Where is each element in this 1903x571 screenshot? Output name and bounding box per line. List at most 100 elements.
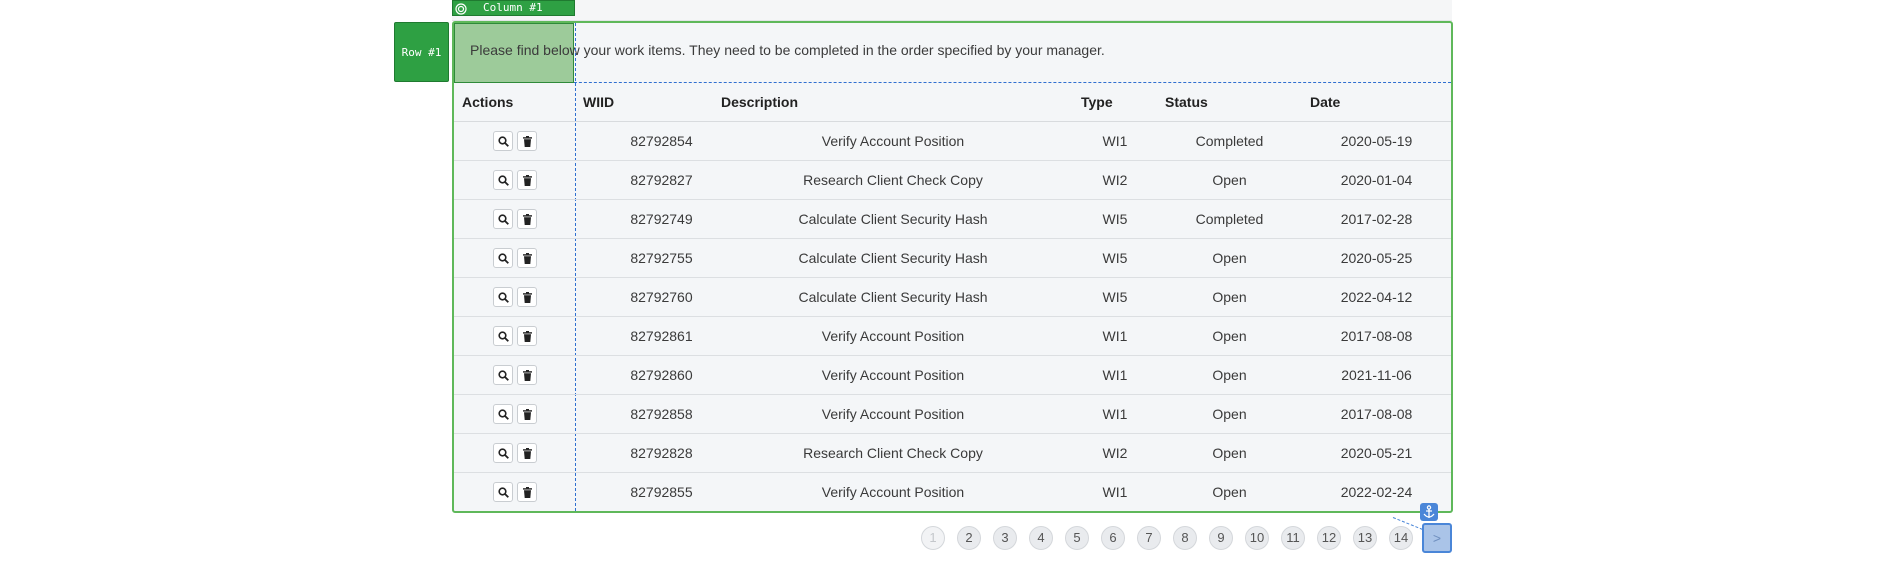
cell-type: WI1 [1073,355,1157,395]
row-actions [454,199,575,239]
row-actions [454,355,575,395]
work-items-panel: Please find below your work items. They … [452,21,1453,513]
delete-button[interactable] [516,208,537,229]
intro-row: Please find below your work items. They … [454,23,1451,83]
page-button-8[interactable]: 8 [1173,526,1197,550]
cell-wiid: 82792858 [575,394,713,434]
page-button-13[interactable]: 13 [1353,526,1377,550]
delete-button[interactable] [516,169,537,190]
delete-button[interactable] [516,325,537,346]
table-row: 82792827 Research Client Check Copy WI2 Ope… [454,160,1451,200]
row-actions [454,394,575,434]
search-button[interactable] [492,247,513,268]
page-button-5[interactable]: 5 [1065,526,1089,550]
table-row: 82792860 Verify Account Position WI1 Open 20… [454,355,1451,395]
row-actions [454,472,575,511]
intro-text: Please find below your work items. They … [470,42,1105,58]
row-label-text: Row #1 [401,45,442,59]
row-actions [454,433,575,473]
search-button[interactable] [492,442,513,463]
header-status: Status [1157,83,1302,122]
cell-description: Verify Account Position [713,394,1073,434]
header-description: Description [713,83,1073,122]
row-actions [454,160,575,200]
table-row: 82792858 Verify Account Position WI1 Open 20… [454,394,1451,434]
page-button-10[interactable]: 10 [1245,526,1269,550]
cell-description: Research Client Check Copy [713,433,1073,473]
cell-status: Open [1157,238,1302,278]
cell-wiid: 82792827 [575,160,713,200]
top-strip [452,0,1452,21]
search-button[interactable] [492,169,513,190]
table-row: 82792755 Calculate Client Security Hash WI… [454,238,1451,278]
page-button-4[interactable]: 4 [1029,526,1053,550]
cell-date: 2017-08-08 [1302,394,1451,434]
header-type: Type [1073,83,1157,122]
row-actions [454,316,575,356]
row-actions [454,238,575,278]
table-row: 82792861 Verify Account Position WI1 Open 20… [454,316,1451,356]
cell-description: Verify Account Position [713,316,1073,356]
cell-type: WI1 [1073,394,1157,434]
cell-date: 2020-05-21 [1302,433,1451,473]
target-icon [455,3,467,15]
search-button[interactable] [492,481,513,502]
cell-description: Calculate Client Security Hash [713,199,1073,239]
cell-status: Completed [1157,199,1302,239]
page-button-2[interactable]: 2 [957,526,981,550]
search-button[interactable] [492,130,513,151]
delete-button[interactable] [516,403,537,424]
cell-description: Verify Account Position [713,121,1073,161]
table-header-row: Actions WIID Description Type Status Dat… [454,83,1451,122]
cell-description: Calculate Client Security Hash [713,238,1073,278]
table-row: 82792760 Calculate Client Security Hash WI… [454,277,1451,317]
cell-date: 2020-05-19 [1302,121,1451,161]
cell-date: 2022-04-12 [1302,277,1451,317]
next-page-button[interactable]: > [1422,523,1452,553]
delete-button[interactable] [516,130,537,151]
work-items-table: Actions WIID Description Type Status Dat… [454,83,1451,511]
search-button[interactable] [492,286,513,307]
cell-description: Calculate Client Security Hash [713,277,1073,317]
cell-status: Open [1157,394,1302,434]
page-button-14[interactable]: 14 [1389,526,1413,550]
search-button[interactable] [492,364,513,385]
delete-button[interactable] [516,247,537,268]
table-row: 82792828 Research Client Check Copy WI2 Ope… [454,433,1451,473]
page-button-12[interactable]: 12 [1317,526,1341,550]
cell-status: Open [1157,316,1302,356]
delete-button[interactable] [516,364,537,385]
cell-description: Verify Account Position [713,355,1073,395]
header-actions: Actions [454,83,575,122]
cell-type: WI5 [1073,238,1157,278]
cell-date: 2020-01-04 [1302,160,1451,200]
cell-type: WI5 [1073,277,1157,317]
search-button[interactable] [492,325,513,346]
cell-date: 2020-05-25 [1302,238,1451,278]
table-row: 82792855 Verify Account Position WI1 Open 20… [454,472,1451,511]
cell-wiid: 82792860 [575,355,713,395]
cell-wiid: 82792760 [575,277,713,317]
table-row: 82792749 Calculate Client Security Hash WI… [454,199,1451,239]
delete-button[interactable] [516,286,537,307]
delete-button[interactable] [516,481,537,502]
cell-type: WI5 [1073,199,1157,239]
page-button-9[interactable]: 9 [1209,526,1233,550]
page-button-11[interactable]: 11 [1281,526,1305,550]
row-label-tag: Row #1 [394,22,449,82]
cell-date: 2017-02-28 [1302,199,1451,239]
header-wiid: WIID [575,83,713,122]
cell-status: Open [1157,277,1302,317]
cell-status: Open [1212,483,1247,500]
cell-type: WI1 [1073,316,1157,356]
page-button-1[interactable]: 1 [921,526,945,550]
cell-wiid: 82792755 [575,238,713,278]
page: Column #1 Row #1 Please find below your … [0,0,1903,571]
search-button[interactable] [492,403,513,424]
page-button-6[interactable]: 6 [1101,526,1125,550]
page-button-3[interactable]: 3 [993,526,1017,550]
anchor-tag [1420,503,1438,521]
page-button-7[interactable]: 7 [1137,526,1161,550]
search-button[interactable] [492,208,513,229]
delete-button[interactable] [516,442,537,463]
